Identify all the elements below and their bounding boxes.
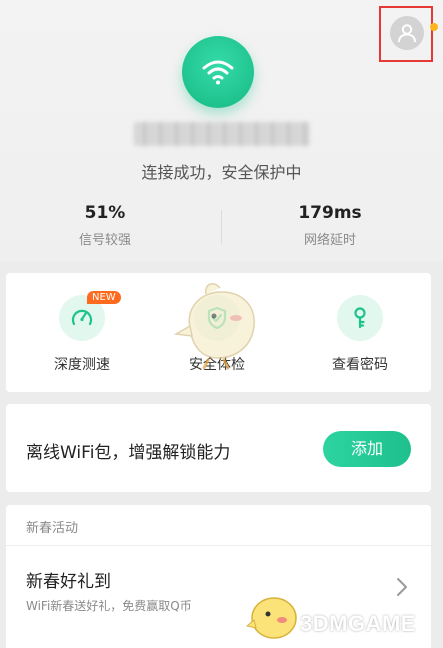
watermark-text: 3DMGAME bbox=[300, 611, 416, 636]
event-title: 新春好礼到 bbox=[26, 572, 111, 592]
profile-avatar-button[interactable] bbox=[390, 16, 438, 50]
view-password-button[interactable]: 查看密码 bbox=[300, 295, 420, 374]
wifi-icon bbox=[202, 60, 234, 85]
profile-highlight-box bbox=[379, 6, 438, 62]
event-divider bbox=[6, 545, 431, 546]
watermark-mascot-logo bbox=[246, 597, 297, 639]
latency-value: 179ms bbox=[298, 203, 362, 223]
speed-test-label: 深度测速 bbox=[54, 357, 110, 373]
new-badge: NEW bbox=[87, 291, 121, 304]
event-section-header: 新春活动 bbox=[26, 521, 79, 536]
user-icon bbox=[398, 24, 416, 43]
add-offline-pack-button[interactable]: 添加 bbox=[323, 431, 411, 467]
offline-wifi-card: 离线WiFi包，增强解锁能力 添加 bbox=[6, 404, 431, 492]
signal-strength-stat: 51% 信号较强 bbox=[35, 203, 175, 248]
latency-label: 网络延时 bbox=[303, 233, 356, 248]
notification-dot bbox=[430, 23, 438, 31]
speed-test-button[interactable]: 深度测速 bbox=[22, 295, 142, 374]
wifi-status-icon-button[interactable] bbox=[182, 36, 254, 108]
stat-divider bbox=[221, 210, 222, 244]
signal-strength-label: 信号较强 bbox=[78, 233, 131, 248]
chevron-right-icon bbox=[397, 578, 407, 596]
signal-strength-value: 51% bbox=[84, 203, 126, 223]
connection-status-text: 连接成功，安全保护中 bbox=[141, 163, 302, 182]
latency-stat: 179ms 网络延时 bbox=[260, 203, 400, 248]
key-icon bbox=[337, 295, 383, 341]
mascot-watermark-image bbox=[173, 283, 255, 370]
event-subtitle: WiFi新春送好礼，免费赢取Q币 bbox=[26, 599, 192, 613]
network-name-blurred bbox=[134, 122, 310, 146]
view-password-label: 查看密码 bbox=[332, 357, 388, 373]
connection-header: 连接成功，安全保护中 51% 信号较强 179ms 网络延时 bbox=[0, 0, 443, 262]
offline-wifi-text: 离线WiFi包，增强解锁能力 bbox=[26, 443, 231, 463]
